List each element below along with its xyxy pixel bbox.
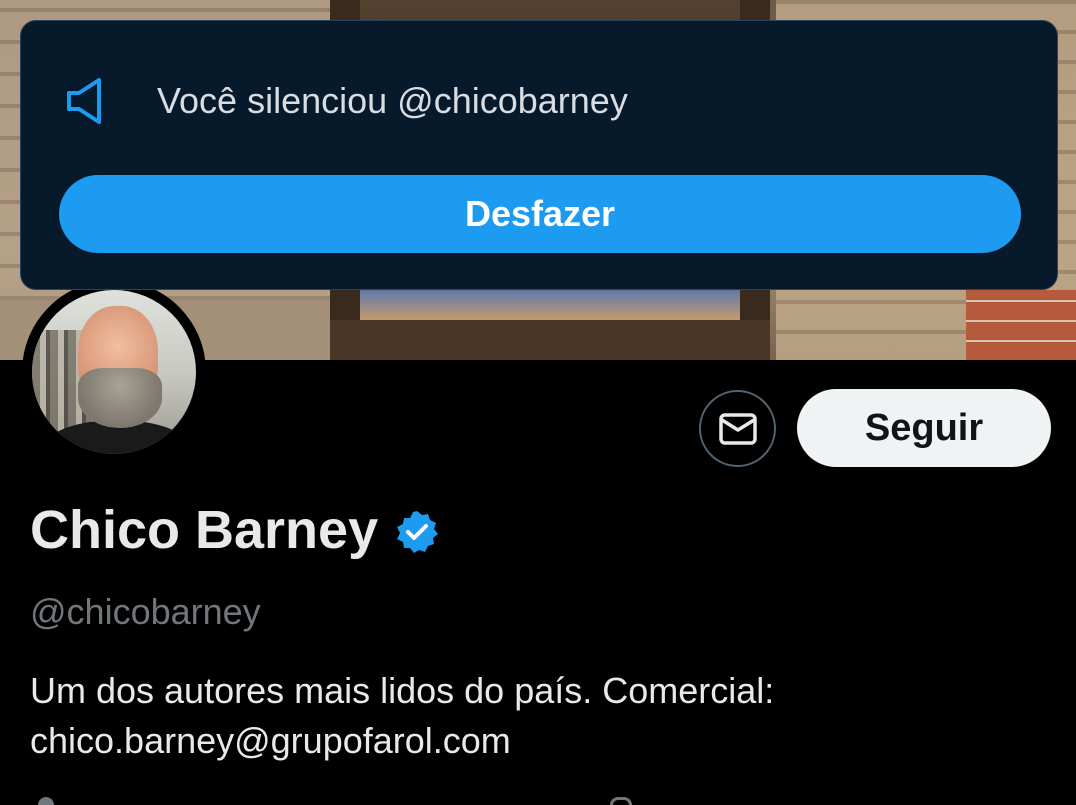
banner-window-sill bbox=[330, 320, 770, 360]
profile-bio: Um dos autores mais lidos do país. Comer… bbox=[30, 666, 1030, 766]
avatar[interactable] bbox=[22, 280, 206, 464]
profile-name: Chico Barney bbox=[30, 500, 379, 560]
profile-name-row: Chico Barney bbox=[30, 496, 440, 564]
profile-handle: @chicobarney bbox=[30, 591, 261, 632]
location-icon bbox=[610, 797, 632, 805]
banner-bricks bbox=[966, 290, 1076, 360]
bio-line: Um dos autores mais lidos do país. Comer… bbox=[30, 670, 775, 711]
bio-email-link[interactable]: chico.barney@grupofarol.com bbox=[30, 716, 1030, 766]
avatar-photo bbox=[32, 290, 196, 454]
undo-button[interactable]: Desfazer bbox=[59, 175, 1021, 253]
profile-meta-row bbox=[30, 795, 1030, 805]
message-button[interactable] bbox=[699, 390, 776, 467]
briefcase-icon bbox=[38, 797, 54, 805]
toast-message: Você silenciou @chicobarney bbox=[157, 80, 628, 121]
muted-speaker-icon bbox=[67, 78, 101, 124]
follow-button[interactable]: Seguir bbox=[797, 389, 1051, 467]
envelope-icon bbox=[718, 412, 757, 445]
verified-badge-icon[interactable] bbox=[394, 509, 440, 555]
mute-toast: Você silenciou @chicobarney Desfazer bbox=[20, 20, 1058, 290]
